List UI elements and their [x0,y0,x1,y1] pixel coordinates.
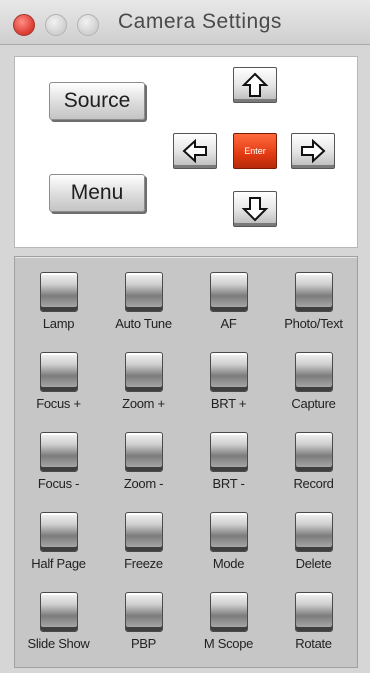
key-label: AF [220,316,237,331]
cell-auto-tune: Auto Tune [101,260,186,340]
slide-show-key[interactable] [40,592,78,632]
key-label: Record [293,476,334,491]
cell-delete: Delete [271,500,356,580]
key-label: Zoom - [123,476,164,491]
key-label: Rotate [295,636,332,651]
cell-rotate: Rotate [271,580,356,660]
cell-pbp: PBP [101,580,186,660]
cell-lamp: Lamp [16,260,101,340]
zoom-plus-key[interactable] [125,352,163,392]
key-label: Delete [295,556,332,571]
menu-button[interactable]: Menu [49,174,145,212]
af-key[interactable] [210,272,248,312]
right-button[interactable] [291,133,335,169]
key-grid: Lamp Auto Tune AF Photo/Text Focus + Zoo… [15,257,357,667]
navigation-panel: Source Menu Enter [14,56,358,248]
auto-tune-key[interactable] [125,272,163,312]
focus-plus-key[interactable] [40,352,78,392]
cell-zoom-minus: Zoom - [101,420,186,500]
key-label: Zoom + [122,396,165,411]
cell-af: AF [186,260,271,340]
cell-m-scope: M Scope [186,580,271,660]
arrow-down-icon [241,197,269,222]
cell-brt-minus: BRT - [186,420,271,500]
record-key[interactable] [295,432,333,472]
source-button[interactable]: Source [49,82,145,120]
minimize-button[interactable] [45,14,67,36]
key-label: PBP [130,636,157,651]
key-label: Lamp [42,316,75,331]
brt-plus-key[interactable] [210,352,248,392]
cell-focus-plus: Focus + [16,340,101,420]
key-label: M Scope [203,636,254,651]
focus-minus-key[interactable] [40,432,78,472]
key-label: Half Page [31,556,86,571]
cell-freeze: Freeze [101,500,186,580]
arrow-left-icon [182,138,207,164]
lamp-key[interactable] [40,272,78,312]
key-label: Focus + [36,396,81,411]
brt-minus-key[interactable] [210,432,248,472]
pbp-key[interactable] [125,592,163,632]
up-button[interactable] [233,67,277,103]
key-label: Auto Tune [115,316,172,331]
function-panel: Lamp Auto Tune AF Photo/Text Focus + Zoo… [14,256,358,668]
m-scope-key[interactable] [210,592,248,632]
key-label: Capture [291,396,336,411]
rotate-key[interactable] [295,592,333,632]
cell-slide-show: Slide Show [16,580,101,660]
zoom-button[interactable] [77,14,99,36]
close-button[interactable] [13,14,35,36]
arrow-up-icon [241,72,269,97]
cell-record: Record [271,420,356,500]
cell-brt-plus: BRT + [186,340,271,420]
freeze-key[interactable] [125,512,163,552]
key-label: Focus - [37,476,80,491]
zoom-minus-key[interactable] [125,432,163,472]
capture-key[interactable] [295,352,333,392]
photo-text-key[interactable] [295,272,333,312]
left-button[interactable] [173,133,217,169]
window-title: Camera Settings [118,10,282,33]
key-label: BRT + [210,396,247,411]
title-bar: Camera Settings [0,0,370,45]
key-label: Slide Show [27,636,90,651]
arrow-right-icon [301,138,326,164]
key-label: Mode [212,556,245,571]
key-label: Freeze [124,556,163,571]
key-label: BRT - [212,476,245,491]
delete-key[interactable] [295,512,333,552]
cell-zoom-plus: Zoom + [101,340,186,420]
enter-button[interactable]: Enter [233,133,277,169]
half-page-key[interactable] [40,512,78,552]
cell-half-page: Half Page [16,500,101,580]
cell-capture: Capture [271,340,356,420]
cell-photo-text: Photo/Text [271,260,356,340]
cell-mode: Mode [186,500,271,580]
key-label: Photo/Text [284,316,343,331]
down-button[interactable] [233,191,277,227]
mode-key[interactable] [210,512,248,552]
cell-focus-minus: Focus - [16,420,101,500]
